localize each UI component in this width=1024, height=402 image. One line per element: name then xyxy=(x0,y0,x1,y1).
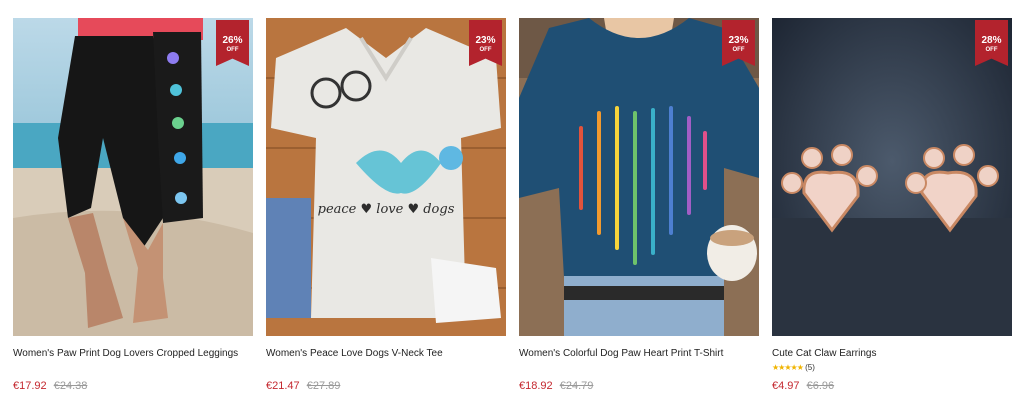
product-price: €18.92 €24.79 xyxy=(519,380,593,392)
discount-percent: 23% xyxy=(728,35,749,46)
sale-price: €21.47 xyxy=(266,380,300,392)
tee-image: peace ♥ love ♥ dogs xyxy=(266,18,506,336)
product-rating[interactable]: ★★★★★ (5) xyxy=(772,363,815,372)
product-price: €21.47 €27.89 xyxy=(266,380,340,392)
original-price: €24.79 xyxy=(559,380,594,392)
discount-percent: 28% xyxy=(981,35,1002,46)
product-title[interactable]: Cute Cat Claw Earrings xyxy=(772,348,876,359)
product-image[interactable]: 28% OFF xyxy=(772,18,1012,336)
sale-price: €17.92 xyxy=(13,380,47,392)
original-price: €6.96 xyxy=(806,380,835,392)
product-image[interactable]: 23% OFF xyxy=(519,18,759,336)
discount-off-label: OFF xyxy=(985,47,998,53)
product-image[interactable]: 26% OFF xyxy=(13,18,253,336)
shirt-print-text: peace ♥ love ♥ dogs xyxy=(318,202,455,217)
discount-off-label: OFF xyxy=(732,47,745,53)
review-count: (5) xyxy=(805,363,815,372)
discount-off-label: OFF xyxy=(226,47,239,53)
product-title[interactable]: Women's Colorful Dog Paw Heart Print T-S… xyxy=(519,348,723,359)
discount-percent: 23% xyxy=(475,35,496,46)
product-price: €17.92 €24.38 xyxy=(13,380,87,392)
sale-price: €4.97 xyxy=(772,380,800,392)
product-grid: 26% OFF Women's Paw Print Dog Lovers Cro… xyxy=(0,0,1024,402)
sale-price: €18.92 xyxy=(519,380,553,392)
product-card[interactable]: 26% OFF Women's Paw Print Dog Lovers Cro… xyxy=(13,18,253,392)
discount-off-label: OFF xyxy=(479,47,492,53)
discount-percent: 26% xyxy=(222,35,243,46)
product-image[interactable]: peace ♥ love ♥ dogs 23% OFF xyxy=(266,18,506,336)
original-price: €24.38 xyxy=(53,380,88,392)
product-price: €4.97 €6.96 xyxy=(772,380,834,392)
product-card[interactable]: peace ♥ love ♥ dogs 23% OFF Women's Peac… xyxy=(266,18,506,392)
leggings-image xyxy=(13,18,253,336)
product-card[interactable]: 23% OFF Women's Colorful Dog Paw Heart P… xyxy=(519,18,759,392)
product-title[interactable]: Women's Paw Print Dog Lovers Cropped Leg… xyxy=(13,348,238,359)
product-card[interactable]: 28% OFF Cute Cat Claw Earrings ★★★★★ (5)… xyxy=(772,18,1012,392)
original-price: €27.89 xyxy=(306,380,341,392)
product-title[interactable]: Women's Peace Love Dogs V-Neck Tee xyxy=(266,348,443,359)
paw-heart-tee-image xyxy=(519,18,759,336)
earrings-image xyxy=(772,18,1012,336)
star-rating-icon: ★★★★★ xyxy=(772,363,804,372)
